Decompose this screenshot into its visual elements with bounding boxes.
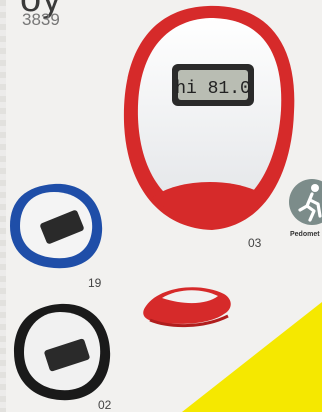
item-number-19: 19 [88, 276, 102, 290]
item-number-02: 02 [98, 398, 112, 412]
runner-icon [289, 179, 322, 225]
pedometer-red-side [143, 287, 231, 328]
product-code: 3839 [22, 10, 60, 29]
pedometer-blue [10, 183, 103, 269]
lcd-readout: hi 81.0 [175, 79, 251, 99]
item-number-03: 03 [248, 236, 262, 250]
badge-label: Pedomet [290, 231, 320, 238]
pedometer-black [14, 303, 111, 401]
pedometer-red-main: hi 81.0 [123, 5, 295, 230]
